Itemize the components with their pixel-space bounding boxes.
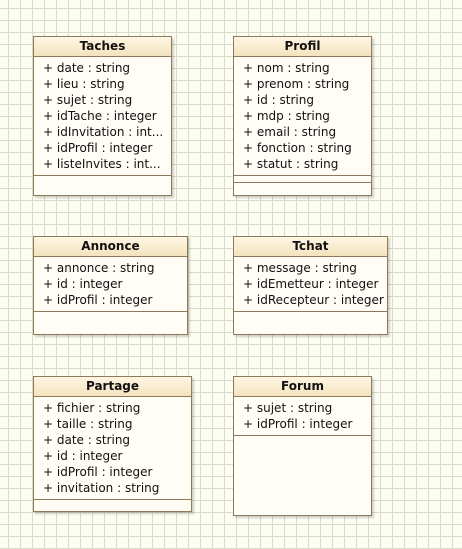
attribute: + idProfil : integer xyxy=(43,141,153,155)
attribute-list: + message : string + idEmetteur : intege… xyxy=(234,257,387,312)
class-title: Tchat xyxy=(234,237,387,257)
class-taches[interactable]: Taches + date : string + lieu : string +… xyxy=(33,36,172,196)
attribute: + idProfil : integer xyxy=(43,293,153,307)
operations-compartment xyxy=(234,176,371,183)
attribute: + annonce : string xyxy=(43,261,155,275)
attribute: + sujet : string xyxy=(243,401,333,415)
attribute: + message : string xyxy=(243,261,357,275)
class-title: Taches xyxy=(34,37,171,57)
class-title: Profil xyxy=(234,37,371,57)
attribute-list: + date : string + lieu : string + sujet … xyxy=(34,57,171,176)
attribute: + idInvitation : int... xyxy=(43,125,164,139)
attribute: + fichier : string xyxy=(43,401,141,415)
attribute: + mdp : string xyxy=(243,109,330,123)
attribute: + nom : string xyxy=(243,61,330,75)
attribute: + idTache : integer xyxy=(43,109,157,123)
attribute-list: + sujet : string + idProfil : integer xyxy=(234,397,371,436)
attribute: + invitation : string xyxy=(43,481,160,495)
attribute: + idEmetteur : integer xyxy=(243,277,379,291)
class-partage[interactable]: Partage + fichier : string + taille : st… xyxy=(33,376,192,512)
class-forum[interactable]: Forum + sujet : string + idProfil : inte… xyxy=(233,376,372,516)
attribute-list: + nom : string + prenom : string + id : … xyxy=(234,57,371,176)
attribute: + listeInvites : int... xyxy=(43,157,161,171)
attribute-list: + annonce : string + id : integer + idPr… xyxy=(34,257,187,312)
attribute: + prenom : string xyxy=(243,77,350,91)
attribute: + statut : string xyxy=(243,157,339,171)
class-tchat[interactable]: Tchat + message : string + idEmetteur : … xyxy=(233,236,388,335)
class-profil[interactable]: Profil + nom : string + prenom : string … xyxy=(233,36,372,196)
attribute: + id : integer xyxy=(43,449,123,463)
attribute-list: + fichier : string + taille : string + d… xyxy=(34,397,191,500)
class-title: Annonce xyxy=(34,237,187,257)
class-title: Partage xyxy=(34,377,191,397)
attribute: + id : integer xyxy=(43,277,123,291)
attribute: + email : string xyxy=(243,125,337,139)
attribute: + sujet : string xyxy=(43,93,133,107)
attribute: + date : string xyxy=(43,61,131,75)
class-annonce[interactable]: Annonce + annonce : string + id : intege… xyxy=(33,236,188,335)
attribute: + fonction : string xyxy=(243,141,352,155)
attribute: + taille : string xyxy=(43,417,133,431)
attribute: + lieu : string xyxy=(43,77,125,91)
class-title: Forum xyxy=(234,377,371,397)
attribute: + idProfil : integer xyxy=(243,417,353,431)
attribute: + id : string xyxy=(243,93,314,107)
attribute: + idProfil : integer xyxy=(43,465,153,479)
attribute: + idRecepteur : integer xyxy=(243,293,384,307)
attribute: + date : string xyxy=(43,433,131,447)
